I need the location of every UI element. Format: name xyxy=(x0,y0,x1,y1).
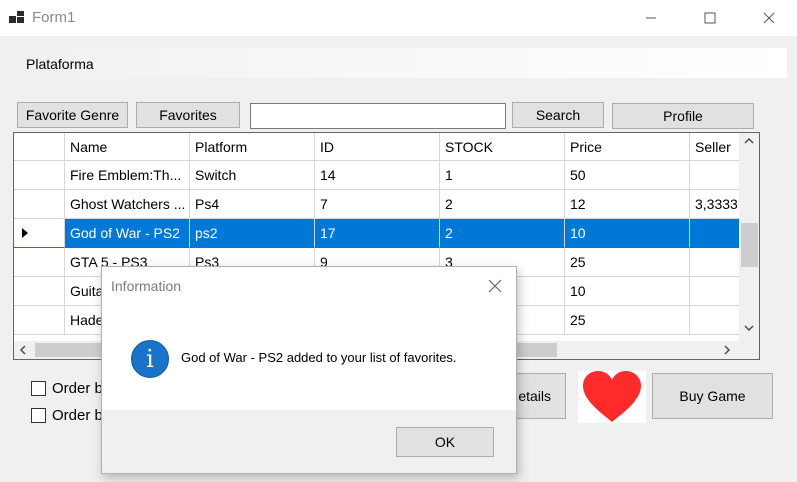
info-icon: i xyxy=(131,340,169,378)
order-checkbox-2[interactable]: Order b xyxy=(31,407,103,424)
checkbox-box[interactable] xyxy=(31,381,46,396)
table-row[interactable]: Fire Emblem:Th... Switch 14 1 50 xyxy=(14,161,739,190)
column-header-platform[interactable]: Platform xyxy=(190,133,315,161)
heart-icon xyxy=(583,371,641,422)
buy-game-button[interactable]: Buy Game xyxy=(652,373,773,419)
cell-name[interactable]: God of War - PS2 xyxy=(65,219,190,248)
current-row-arrow-icon xyxy=(22,228,28,238)
favorite-genre-button[interactable]: Favorite Genre xyxy=(17,102,128,128)
cell-seller[interactable] xyxy=(690,277,739,306)
cell-seller[interactable] xyxy=(690,219,739,248)
scrollbar-corner xyxy=(739,341,759,359)
cell-seller[interactable] xyxy=(690,248,739,277)
column-header-price[interactable]: Price xyxy=(565,133,690,161)
grid-header-row: Name Platform ID STOCK Price Seller xyxy=(14,133,739,161)
dialog-message: God of War - PS2 added to your list of f… xyxy=(181,350,457,365)
cell-stock[interactable]: 2 xyxy=(440,190,565,219)
row-header[interactable] xyxy=(14,306,65,335)
ok-button[interactable]: OK xyxy=(396,427,494,457)
scroll-up-icon[interactable] xyxy=(744,136,754,148)
scroll-left-icon[interactable] xyxy=(19,345,27,358)
scroll-right-icon[interactable] xyxy=(723,345,731,358)
profile-button[interactable]: Profile xyxy=(612,103,754,129)
column-header-seller[interactable]: Seller xyxy=(690,133,739,161)
row-header[interactable] xyxy=(14,219,65,248)
information-dialog: Information i God of War - PS2 added to … xyxy=(101,266,517,474)
dialog-title: Information xyxy=(111,278,182,294)
column-header-id[interactable]: ID xyxy=(315,133,440,161)
close-button[interactable] xyxy=(740,0,797,36)
close-icon xyxy=(488,279,502,293)
cell-price[interactable]: 10 xyxy=(565,277,690,306)
dialog-close-button[interactable] xyxy=(485,276,505,296)
cell-platform[interactable]: ps2 xyxy=(190,219,315,248)
cell-id[interactable]: 7 xyxy=(315,190,440,219)
table-row-selected[interactable]: God of War - PS2 ps2 17 2 10 xyxy=(14,219,739,248)
row-header[interactable] xyxy=(14,190,65,219)
scroll-down-icon[interactable] xyxy=(744,323,754,335)
cell-price[interactable]: 50 xyxy=(565,161,690,190)
favorite-heart-button[interactable] xyxy=(578,371,646,423)
cell-seller[interactable] xyxy=(690,161,739,190)
minimize-icon xyxy=(646,17,656,19)
row-header-corner xyxy=(14,133,65,161)
maximize-icon xyxy=(704,12,716,24)
minimize-button[interactable] xyxy=(622,0,680,36)
cell-price[interactable]: 10 xyxy=(565,219,690,248)
row-header[interactable] xyxy=(14,161,65,190)
title-bar: Form1 xyxy=(0,0,797,36)
cell-name[interactable]: Fire Emblem:Th... xyxy=(65,161,190,190)
row-header[interactable] xyxy=(14,277,65,306)
search-input[interactable] xyxy=(250,103,506,129)
cell-price[interactable]: 25 xyxy=(565,248,690,277)
cell-seller[interactable] xyxy=(690,306,739,335)
vertical-scrollbar[interactable] xyxy=(739,133,759,341)
cell-platform[interactable]: Switch xyxy=(190,161,315,190)
favorites-button[interactable]: Favorites xyxy=(136,102,240,128)
table-row[interactable]: Ghost Watchers ... Ps4 7 2 12 3,3333 xyxy=(14,190,739,219)
cell-seller[interactable]: 3,3333 xyxy=(690,190,739,219)
cell-platform[interactable]: Ps4 xyxy=(190,190,315,219)
cell-name[interactable]: Ghost Watchers ... xyxy=(65,190,190,219)
menu-item-plataforma[interactable]: Plataforma xyxy=(26,56,94,72)
row-header[interactable] xyxy=(14,248,65,277)
close-icon xyxy=(763,12,775,24)
cell-price[interactable]: 12 xyxy=(565,190,690,219)
menu-strip: Plataforma xyxy=(12,48,787,78)
checkbox-label: Order b xyxy=(52,407,103,424)
maximize-button[interactable] xyxy=(681,0,739,36)
cell-price[interactable]: 25 xyxy=(565,306,690,335)
checkbox-box[interactable] xyxy=(31,408,46,423)
app-icon xyxy=(9,10,25,26)
vertical-scroll-thumb[interactable] xyxy=(741,223,758,267)
cell-stock[interactable]: 1 xyxy=(440,161,565,190)
cell-id[interactable]: 17 xyxy=(315,219,440,248)
checkbox-label: Order b xyxy=(52,380,103,397)
column-header-stock[interactable]: STOCK xyxy=(440,133,565,161)
column-header-name[interactable]: Name xyxy=(65,133,190,161)
search-button[interactable]: Search xyxy=(512,102,604,128)
cell-id[interactable]: 14 xyxy=(315,161,440,190)
cell-stock[interactable]: 2 xyxy=(440,219,565,248)
order-checkbox-1[interactable]: Order b xyxy=(31,380,103,397)
window-title: Form1 xyxy=(32,9,76,26)
